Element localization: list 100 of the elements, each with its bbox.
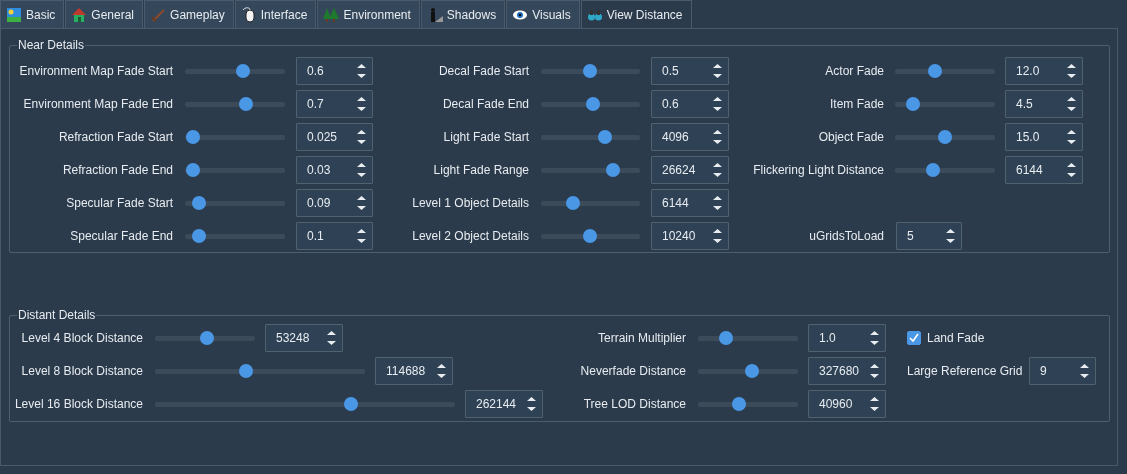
slider-thumb[interactable] <box>582 229 597 243</box>
slider-thumb[interactable] <box>565 196 580 210</box>
number-field[interactable]: 0.03 <box>296 156 373 184</box>
slider-thumb[interactable] <box>605 163 620 177</box>
number-field[interactable]: 0.025 <box>296 123 373 151</box>
slider[interactable] <box>185 196 285 210</box>
slider-thumb[interactable] <box>191 196 206 210</box>
number-field[interactable]: 4.5 <box>1005 90 1083 118</box>
slider-thumb[interactable] <box>718 331 733 345</box>
slider[interactable] <box>185 64 285 78</box>
checkbox[interactable] <box>907 331 921 345</box>
number-field[interactable]: 327680 <box>808 357 886 385</box>
slider-thumb[interactable] <box>185 163 200 177</box>
slider-thumb[interactable] <box>925 163 940 177</box>
spin-arrows-icon[interactable] <box>1067 97 1076 111</box>
number-field[interactable]: 4096 <box>651 123 729 151</box>
spin-arrows-icon[interactable] <box>1080 364 1089 378</box>
number-field[interactable]: 0.7 <box>296 90 373 118</box>
slider[interactable] <box>698 331 798 345</box>
spin-arrows-icon[interactable] <box>357 130 366 144</box>
slider[interactable] <box>541 229 640 243</box>
slider[interactable] <box>895 97 995 111</box>
tab[interactable]: Gameplay <box>144 0 234 28</box>
slider[interactable] <box>185 97 285 111</box>
slider[interactable] <box>185 163 285 177</box>
spin-arrows-icon[interactable] <box>870 331 879 345</box>
spin-arrows-icon[interactable] <box>870 397 879 411</box>
spin-arrows-icon[interactable] <box>357 196 366 210</box>
number-field[interactable]: 0.5 <box>651 57 729 85</box>
slider[interactable] <box>541 64 640 78</box>
slider[interactable] <box>155 364 365 378</box>
slider[interactable] <box>895 130 995 144</box>
spin-arrows-icon[interactable] <box>327 331 336 345</box>
tab[interactable]: General <box>65 0 144 28</box>
tab[interactable]: View Distance <box>580 0 692 28</box>
slider[interactable] <box>155 397 455 411</box>
number-field[interactable]: 1.0 <box>808 324 886 352</box>
spin-arrows-icon[interactable] <box>527 397 536 411</box>
slider-thumb[interactable] <box>191 229 206 243</box>
slider-thumb[interactable] <box>239 364 254 378</box>
slider[interactable] <box>895 163 995 177</box>
slider[interactable] <box>541 196 640 210</box>
spin-arrows-icon[interactable] <box>870 364 879 378</box>
number-field[interactable]: 262144 <box>465 390 543 418</box>
slider-thumb[interactable] <box>906 97 921 111</box>
spin-arrows-icon[interactable] <box>1067 130 1076 144</box>
spin-arrows-icon[interactable] <box>357 97 366 111</box>
slider-thumb[interactable] <box>235 64 250 78</box>
spin-arrows-icon[interactable] <box>713 163 722 177</box>
number-field[interactable]: 0.6 <box>651 90 729 118</box>
slider-thumb[interactable] <box>927 64 942 78</box>
spin-arrows-icon[interactable] <box>713 64 722 78</box>
number-field[interactable]: 9 <box>1029 357 1096 385</box>
slider-thumb[interactable] <box>185 130 200 144</box>
spin-arrows-icon[interactable] <box>713 196 722 210</box>
slider[interactable] <box>541 163 640 177</box>
number-field[interactable]: 0.1 <box>296 222 373 250</box>
spin-arrows-icon[interactable] <box>946 229 955 243</box>
slider[interactable] <box>541 130 640 144</box>
number-field[interactable]: 12.0 <box>1005 57 1083 85</box>
number-field[interactable]: 6144 <box>651 189 729 217</box>
slider-thumb[interactable] <box>732 397 747 411</box>
slider-thumb[interactable] <box>597 130 612 144</box>
number-field[interactable]: 26624 <box>651 156 729 184</box>
slider-thumb[interactable] <box>199 331 214 345</box>
tab[interactable]: Visuals <box>506 0 580 28</box>
slider-thumb[interactable] <box>343 397 358 411</box>
number-field[interactable]: 6144 <box>1005 156 1083 184</box>
spin-arrows-icon[interactable] <box>1067 163 1076 177</box>
slider-thumb[interactable] <box>745 364 760 378</box>
spin-arrows-icon[interactable] <box>357 229 366 243</box>
number-field[interactable]: 114688 <box>375 357 453 385</box>
tab[interactable]: Interface <box>234 0 317 28</box>
slider-thumb[interactable] <box>938 130 952 144</box>
slider-thumb[interactable] <box>239 97 254 111</box>
slider-thumb[interactable] <box>586 97 601 111</box>
spin-arrows-icon[interactable] <box>357 163 366 177</box>
spin-arrows-icon[interactable] <box>713 97 722 111</box>
number-field[interactable]: 0.6 <box>296 57 373 85</box>
slider[interactable] <box>698 364 798 378</box>
spin-arrows-icon[interactable] <box>1067 64 1076 78</box>
number-field[interactable]: 15.0 <box>1005 123 1083 151</box>
slider[interactable] <box>895 64 995 78</box>
number-field[interactable]: 40960 <box>808 390 886 418</box>
spin-arrows-icon[interactable] <box>357 64 366 78</box>
slider[interactable] <box>698 397 798 411</box>
number-field[interactable]: 0.09 <box>296 189 373 217</box>
slider[interactable] <box>541 97 640 111</box>
spin-arrows-icon[interactable] <box>713 229 722 243</box>
tab[interactable]: Shadows <box>420 0 506 28</box>
tab[interactable]: Environment <box>317 0 420 28</box>
slider[interactable] <box>185 130 285 144</box>
slider-thumb[interactable] <box>582 64 597 78</box>
slider[interactable] <box>155 331 255 345</box>
slider[interactable] <box>185 229 285 243</box>
spin-arrows-icon[interactable] <box>437 364 446 378</box>
number-field[interactable]: 53248 <box>265 324 343 352</box>
tab[interactable]: Basic <box>0 0 65 28</box>
number-field[interactable]: 5 <box>896 222 962 250</box>
spin-arrows-icon[interactable] <box>713 130 722 144</box>
